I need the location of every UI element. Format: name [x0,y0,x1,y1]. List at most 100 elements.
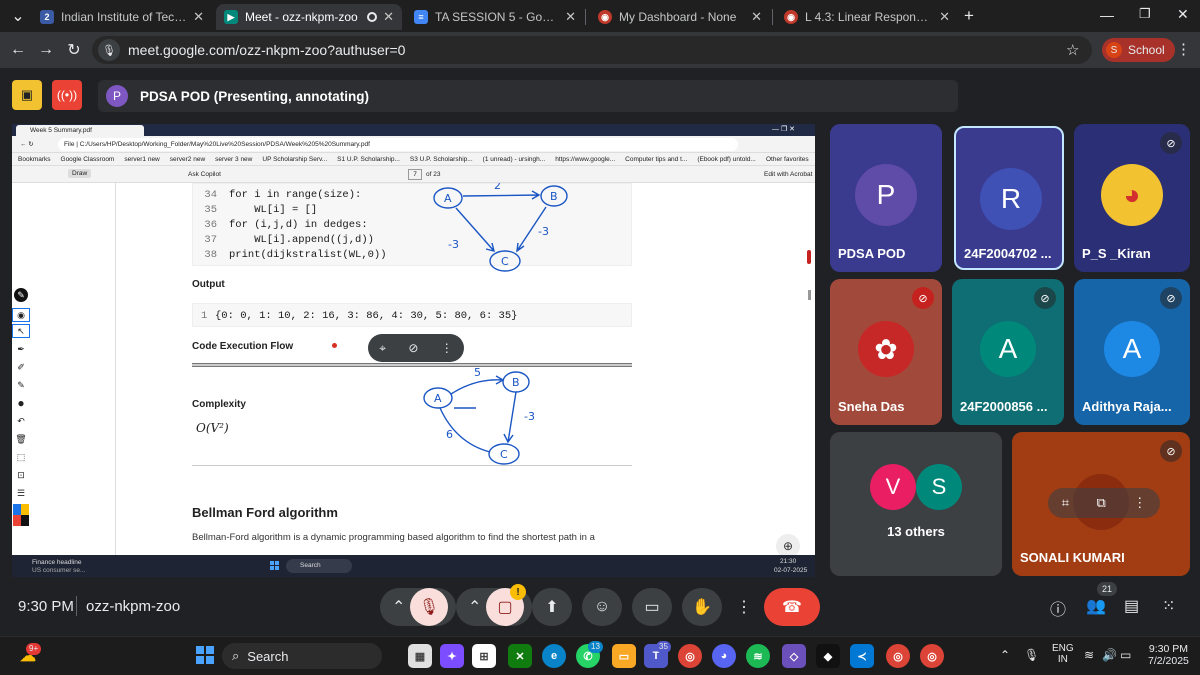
camera-icon[interactable]: ⊡ [12,468,30,482]
edge-icon[interactable]: e [542,644,566,668]
url-field[interactable]: 🎙 meet.google.com/ozz-nkpm-zoo?authuser=… [92,36,1092,64]
back-icon[interactable]: ← ↻ [20,140,34,148]
screenshot-icon[interactable]: ⬚ [12,450,30,464]
bookmark-item[interactable]: (Ebook pdf) untold... [697,156,756,163]
participant-tile[interactable]: A 24F2000856 ... ⊘ [952,279,1064,425]
eye-icon[interactable]: ◉ [12,308,30,322]
more-options-icon[interactable]: ⋮ [1133,495,1146,511]
spotify-icon[interactable]: ≋ [746,644,770,668]
task-view-icon[interactable]: ▦ [408,644,432,668]
mic-icon[interactable]: 🎙 [1024,648,1039,662]
chrome-profile-icon[interactable]: ◎ [886,644,910,668]
reactions-button[interactable]: ☺ [582,588,622,626]
close-icon[interactable]: ✕ [383,9,394,25]
shape-icon[interactable]: ● [12,396,30,410]
marker-icon[interactable]: ✎ [12,378,30,392]
new-tab-button[interactable]: + [964,6,974,26]
copilot-icon[interactable]: ✦ [440,644,464,668]
trash-icon[interactable]: 🗑 [12,432,30,446]
chrome-profile-icon[interactable]: ◎ [920,644,944,668]
bookmark-item[interactable]: Bookmarks [18,156,51,163]
bookmark-item[interactable]: Computer tips and t... [625,156,687,163]
page-number-field[interactable]: 7 [408,169,422,180]
windows-start-icon[interactable] [196,646,214,664]
file-explorer-icon[interactable]: ▭ [612,644,636,668]
bookmark-item[interactable]: server1 new [124,156,159,163]
close-window-icon[interactable]: ✕ [1177,6,1189,23]
ask-copilot-button[interactable]: Ask Copilot [188,171,221,178]
scrollbar-thumb[interactable] [808,290,811,300]
bookmark-item[interactable]: S3 U.P. Scholarship... [410,156,473,163]
tab-search-icon[interactable]: ⌄ [6,4,30,28]
pin-off-icon[interactable]: ⌖ [379,341,386,356]
input-language[interactable]: ENG IN [1052,643,1074,665]
bookmark-item[interactable]: (1 unread) - ursingh... [483,156,546,163]
window-controls[interactable]: — ❐ ✕ [772,125,795,133]
back-icon[interactable]: ← [6,38,30,62]
pen-icon[interactable]: ✒ [12,342,30,356]
store-icon[interactable]: ⊞ [472,644,496,668]
mic-off-icon[interactable]: ⊘ [408,341,418,355]
tab-docs[interactable]: ≡ TA SESSION 5 - Google Docs ✕ [406,4,584,30]
mic-off-button[interactable]: 🎙 [410,588,448,626]
chat-icon[interactable]: ▤ [1124,596,1139,616]
epic-icon[interactable]: ◆ [816,644,840,668]
participant-tile[interactable]: R 24F2004702 ... [954,126,1064,270]
minimize-icon[interactable]: — [1100,7,1114,23]
forward-icon[interactable]: → [34,38,58,62]
vscode-icon[interactable]: ≺ [850,644,874,668]
close-icon[interactable]: ✕ [193,9,204,25]
notes-icon[interactable]: ☰ [12,486,30,500]
app-icon[interactable]: ◇ [782,644,806,668]
reload-icon[interactable]: ↻ [62,38,86,62]
xbox-icon[interactable]: ✕ [508,644,532,668]
tab-iit[interactable]: 2 Indian Institute of Technology M ✕ [32,4,212,30]
close-icon[interactable]: ✕ [751,9,762,25]
bookmark-item[interactable]: Google Classroom [61,156,115,163]
participant-tile[interactable]: ◕ P_S _Kiran ⊘ [1074,124,1190,272]
mic-site-icon[interactable]: 🎙 [98,39,120,61]
windows-start-icon[interactable] [270,561,279,570]
tab-lecture[interactable]: ◉ L 4.3: Linear Response Curve :: I ✕ [776,4,958,30]
participant-tile[interactable]: P PDSA POD [830,124,942,272]
tab-meet[interactable]: ▶ Meet - ozz-nkpm-zoo ✕ [216,4,402,30]
frame-icon[interactable]: ⌗ [1062,495,1069,511]
participant-tile[interactable]: ⌗ ⧉ ⋮ SONALI KUMARI ⊘ [1012,432,1190,576]
stop-presenting-icon[interactable]: ▣ [12,80,42,110]
tab-dashboard[interactable]: ◉ My Dashboard - None ✕ [590,4,770,30]
meeting-info-icon[interactable]: ⓘ [1050,596,1066,620]
draw-button[interactable]: Draw [68,169,92,178]
live-broadcast-icon[interactable]: ((•)) [52,80,82,110]
leave-call-button[interactable]: ☎ [764,588,820,626]
bookmark-item[interactable]: UP Scholarship Serv... [262,156,327,163]
color-palette[interactable] [13,504,29,526]
activities-icon[interactable]: ⁙ [1162,596,1175,616]
bookmark-item[interactable]: https://www.google... [555,156,615,163]
people-icon[interactable]: 👥 [1086,596,1106,616]
raise-hand-button[interactable]: ✋ [682,588,722,626]
chrome-icon[interactable]: ◎ [678,644,702,668]
volume-icon[interactable]: 🔊 [1102,648,1117,662]
captions-button[interactable]: ▭ [632,588,672,626]
cursor-icon[interactable]: ↖ [12,324,30,338]
pen-tip-icon[interactable]: ✎ [14,288,28,302]
battery-icon[interactable]: ▭ [1120,648,1131,662]
taskbar-search-box[interactable]: ⌕ Search [222,643,382,669]
undo-icon[interactable]: ↶ [12,414,30,428]
profile-button[interactable]: S School [1102,38,1175,62]
wifi-icon[interactable]: ≋ [1084,648,1094,662]
bookmark-item[interactable]: S1 U.P. Scholarship... [337,156,400,163]
shared-tab[interactable]: Week 5 Summary.pdf [16,125,144,136]
present-button[interactable]: ⬆ [532,588,572,626]
pip-icon[interactable]: ⧉ [1097,495,1106,511]
chevron-up-icon[interactable]: ⌃ [1000,648,1010,662]
participant-tile[interactable]: S V 13 others [830,432,1002,576]
other-favorites[interactable]: Other favorites [766,156,809,163]
shared-url-field[interactable]: File | C:/Users/HP/Desktop/Working_Folde… [58,138,738,151]
bookmark-item[interactable]: server 3 new [215,156,252,163]
close-icon[interactable]: ✕ [939,9,950,25]
discord-icon[interactable]: ◕ [712,644,736,668]
bookmark-item[interactable]: server2 new [170,156,205,163]
windows-search-box[interactable]: Search [286,559,352,573]
edit-with-acrobat-button[interactable]: Edit with Acrobat [764,171,812,178]
